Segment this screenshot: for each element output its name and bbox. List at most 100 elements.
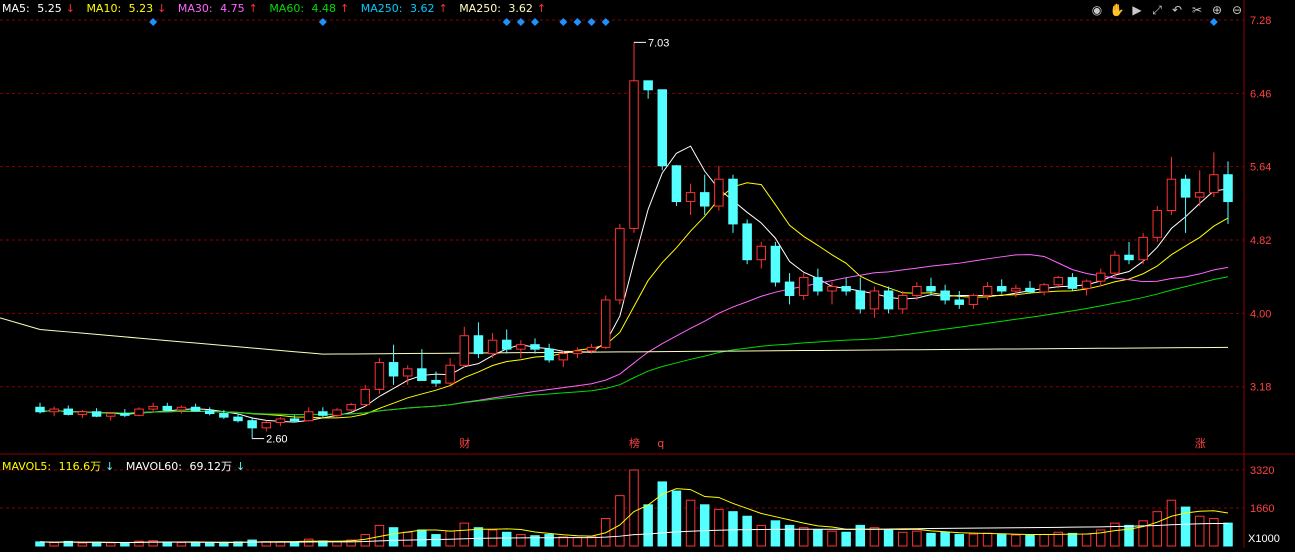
play-icon[interactable]: ▶ [1129, 2, 1145, 18]
volume-bar [1152, 511, 1163, 547]
candle-body [219, 413, 229, 418]
candle-body [798, 277, 809, 296]
scissors-icon[interactable]: ✂ [1189, 2, 1205, 18]
candle-body [388, 362, 399, 377]
candle-body [77, 411, 88, 415]
volume-bar [1067, 532, 1078, 547]
candle-body [1138, 236, 1148, 261]
ma60-line [39, 276, 1229, 416]
candle-body [162, 405, 173, 411]
candle-body [926, 286, 936, 292]
candle-body [912, 286, 922, 296]
legend-ma60: MA60: 4.48 ↑ [269, 2, 350, 15]
candle-body [516, 344, 526, 350]
volume-bar [897, 531, 908, 547]
candle-body [869, 290, 880, 310]
eye-icon[interactable]: ◉ [1089, 2, 1105, 18]
volume-bar [388, 527, 399, 547]
candle-body [35, 406, 45, 413]
event-marker-label: 涨 [1195, 437, 1206, 450]
candle-body [176, 406, 187, 411]
candle-body [714, 178, 724, 207]
volume-bar [1025, 534, 1035, 547]
candle-body [1095, 272, 1106, 282]
minus-icon[interactable]: ⊖ [1229, 2, 1245, 18]
volume-bar [657, 481, 668, 547]
volume-bar [1223, 522, 1233, 547]
candle-body [1152, 210, 1163, 238]
volume-bar [431, 534, 441, 547]
candle-body [105, 413, 116, 417]
volume-bar [813, 529, 823, 547]
volume-bar [558, 536, 569, 547]
kline-chart[interactable]: 7.28 6.46 5.64 4.82 4.00 3.18 3320 1660 X1000 7.0… [0, 0, 1295, 548]
restore-icon[interactable]: ⤢ [1149, 2, 1165, 18]
legend-ma10: MA10: 5.23 ↓ [86, 2, 167, 15]
candle-body [1011, 287, 1021, 292]
volume-bar [798, 527, 809, 547]
volume-bar [105, 542, 116, 547]
candle-body [897, 294, 908, 310]
candle-body [233, 416, 243, 422]
volume-bar [784, 524, 795, 547]
candle-body [558, 353, 569, 361]
volume-bar [940, 531, 950, 547]
volume-bar [516, 534, 526, 547]
legend-ma5: MA5: 5.25 ↓ [2, 2, 75, 15]
candle-body [841, 286, 851, 292]
candle-body [544, 348, 554, 361]
candle-body [190, 406, 201, 412]
candle-body [742, 223, 752, 261]
volume-bar [120, 542, 130, 547]
candle-body [374, 362, 385, 390]
candle-body [1110, 254, 1120, 274]
volume-bar [176, 542, 187, 547]
volume-bar [883, 529, 894, 547]
candle-body [63, 408, 74, 415]
price-tick-label: 4.82 [1250, 235, 1271, 247]
volume-bar [204, 542, 215, 547]
event-diamond [559, 18, 568, 26]
volume-bar [190, 542, 201, 547]
volume-bar [275, 541, 286, 547]
volume-bar [643, 504, 653, 547]
candle-body [954, 299, 965, 305]
candle-body [1025, 287, 1035, 293]
volume-bar [501, 531, 512, 547]
volume-bar [615, 495, 625, 547]
candle-body [120, 413, 130, 416]
candle-body [402, 368, 413, 377]
event-diamond [516, 18, 525, 26]
candle-body [643, 80, 653, 91]
volume-bar [770, 520, 781, 547]
volume-bar [77, 542, 88, 547]
plus-icon[interactable]: ⊕ [1209, 2, 1225, 18]
volume-bar [742, 515, 752, 547]
volume-bar [756, 524, 767, 547]
volume-bar [954, 534, 965, 547]
candle-body [318, 411, 328, 416]
candle-body [940, 290, 950, 301]
candle-body [615, 227, 625, 301]
undo-icon[interactable]: ↶ [1169, 2, 1185, 18]
volume-bar [572, 536, 583, 547]
chart-toolbar: ◉ ✋ ▶ ⤢ ↶ ✂ ⊕ ⊖ [1089, 2, 1245, 18]
legend-ma250-alt: MA250: 3.62 ↑ [459, 2, 547, 15]
event-diamond [573, 18, 582, 26]
volume-bar [35, 541, 45, 547]
candle-body [501, 339, 512, 350]
candle-body [1180, 178, 1191, 198]
volume-bar [49, 542, 59, 547]
legend-mavol60: MAVOL60: 69.12万 ↓ [125, 460, 246, 473]
candle-body [968, 294, 979, 305]
candle-body [699, 192, 710, 207]
candle-body [1194, 192, 1205, 198]
hand-icon[interactable]: ✋ [1109, 2, 1125, 18]
price-tick-label: 4.00 [1250, 308, 1271, 320]
candle-body [770, 245, 781, 283]
volume-bar [685, 499, 696, 547]
candle-body [289, 418, 300, 422]
low-annotation-label: 2.60 [266, 434, 287, 446]
event-diamond [587, 18, 596, 26]
candle-body [91, 411, 102, 417]
